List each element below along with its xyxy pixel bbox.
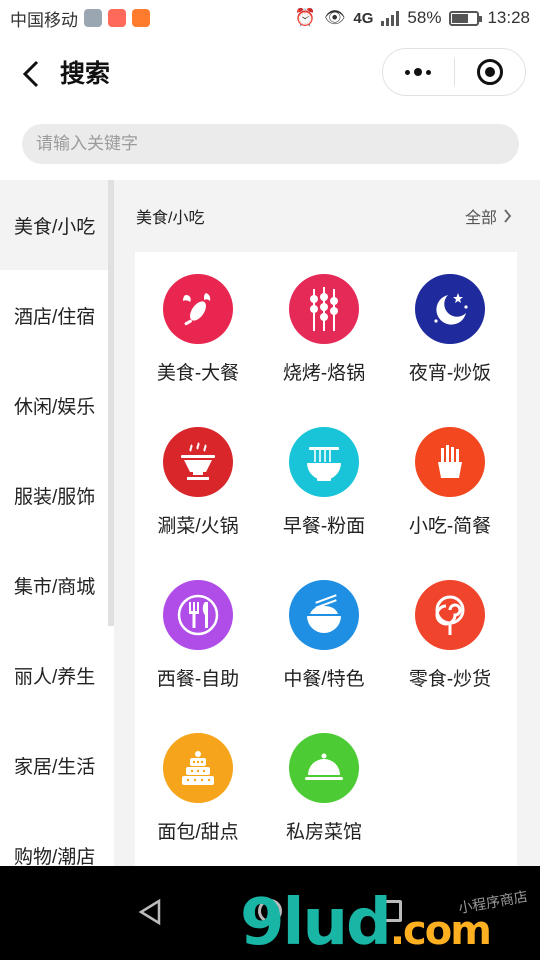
category-item-snack[interactable]: 小吃-简餐 bbox=[387, 405, 513, 555]
category-item-bbq[interactable]: 烧烤-烙锅 bbox=[261, 252, 387, 402]
sidebar-item-home[interactable]: 家居/生活 bbox=[0, 720, 114, 810]
category-item-snacks-nuts[interactable]: 零食-炒货 bbox=[387, 558, 513, 708]
lollipop-icon bbox=[415, 580, 485, 650]
category-label: 夜宵-炒饭 bbox=[408, 363, 492, 384]
back-button[interactable] bbox=[16, 54, 46, 94]
sidebar-item-label: 丽人/养生 bbox=[14, 666, 96, 688]
sidebar-item-label: 休闲/娱乐 bbox=[14, 396, 96, 418]
sidebar-item-label: 美食/小吃 bbox=[14, 216, 96, 238]
category-label: 零食-炒货 bbox=[408, 669, 492, 690]
chevron-right-icon bbox=[504, 209, 512, 223]
battery-icon bbox=[449, 10, 483, 26]
category-grid: 美食-大餐 烧烤-烙锅 夜宵-炒饭 涮菜/火锅 早餐-粉面 小吃-简餐 西餐-自… bbox=[135, 252, 517, 866]
alarm-icon: ⏰ bbox=[294, 8, 316, 27]
status-bar: 中国移动 ⏰ 👁 4G 58% 13:28 bbox=[0, 0, 540, 36]
category-label: 中餐/特色 bbox=[283, 669, 365, 690]
category-item-hotpot[interactable]: 涮菜/火锅 bbox=[135, 405, 261, 555]
search-input[interactable] bbox=[22, 124, 519, 164]
lobster-icon bbox=[163, 274, 233, 344]
view-all-label: 全部 bbox=[464, 210, 497, 227]
category-label: 涮菜/火锅 bbox=[157, 516, 239, 537]
sidebar-item-label: 家居/生活 bbox=[14, 756, 96, 778]
cake-icon bbox=[163, 733, 233, 803]
page-title: 搜索 bbox=[60, 60, 111, 88]
app-notification-icon bbox=[132, 9, 150, 27]
target-icon bbox=[476, 59, 503, 85]
mini-program-capsule bbox=[382, 48, 526, 96]
noodle-bowl-icon bbox=[289, 427, 359, 497]
sidebar-item-hotel[interactable]: 酒店/住宿 bbox=[0, 270, 114, 360]
clock: 13:28 bbox=[487, 8, 530, 27]
category-item-private-kitchen[interactable]: 私房菜馆 bbox=[261, 711, 387, 861]
sidebar-item-beauty[interactable]: 丽人/养生 bbox=[0, 630, 114, 720]
rice-bowl-icon bbox=[289, 580, 359, 650]
category-label: 烧烤-烙锅 bbox=[282, 363, 366, 384]
cloche-icon bbox=[289, 733, 359, 803]
gallery-notification-icon bbox=[84, 9, 102, 27]
more-dots-icon bbox=[405, 68, 432, 76]
sidebar-item-label: 购物/潮店 bbox=[14, 846, 96, 867]
sidebar-item-food[interactable]: 美食/小吃 bbox=[0, 180, 114, 270]
section-header: 美食/小吃 全部 bbox=[114, 180, 540, 252]
sidebar-item-label: 服装/服饰 bbox=[14, 486, 96, 508]
search-bar bbox=[0, 110, 540, 180]
sidebar-item-leisure[interactable]: 休闲/娱乐 bbox=[0, 360, 114, 450]
category-label: 面包/甜点 bbox=[157, 822, 239, 843]
category-label: 小吃-简餐 bbox=[408, 516, 492, 537]
category-item-bakery[interactable]: 面包/甜点 bbox=[135, 711, 261, 861]
section-title: 美食/小吃 bbox=[136, 210, 205, 227]
category-label: 西餐-自助 bbox=[156, 669, 240, 690]
carrier-label: 中国移动 bbox=[10, 10, 78, 30]
signal-icon bbox=[381, 10, 400, 26]
sidebar-item-market[interactable]: 集市/商城 bbox=[0, 540, 114, 630]
battery-percent: 58% bbox=[407, 8, 442, 27]
watermark-brand: 9lud bbox=[240, 886, 392, 960]
sidebar-item-label: 酒店/住宿 bbox=[14, 306, 96, 328]
battery-fill bbox=[452, 13, 468, 23]
hotpot-icon bbox=[163, 427, 233, 497]
fork-knife-icon bbox=[163, 580, 233, 650]
more-button[interactable] bbox=[383, 48, 454, 96]
category-label: 美食-大餐 bbox=[156, 363, 240, 384]
network-label: 4G bbox=[353, 9, 374, 27]
fries-icon bbox=[415, 427, 485, 497]
category-item-chinese[interactable]: 中餐/特色 bbox=[261, 558, 387, 708]
category-label: 早餐-粉面 bbox=[282, 516, 366, 537]
category-item-food[interactable]: 美食-大餐 bbox=[135, 252, 261, 402]
sidebar-item-clothing[interactable]: 服装/服饰 bbox=[0, 450, 114, 540]
sidebar-item-label: 集市/商城 bbox=[14, 576, 96, 598]
watermark-logo: 9lud.com bbox=[240, 886, 492, 960]
skewers-icon bbox=[289, 274, 359, 344]
system-navigation-bar: 9lud.com 小程序商店 bbox=[0, 866, 540, 960]
close-mini-program-button[interactable] bbox=[455, 48, 526, 96]
category-item-breakfast[interactable]: 早餐-粉面 bbox=[261, 405, 387, 555]
back-triangle-icon[interactable] bbox=[137, 898, 163, 926]
category-item-western[interactable]: 西餐-自助 bbox=[135, 558, 261, 708]
nav-bar: 搜索 bbox=[0, 36, 540, 110]
category-label: 私房菜馆 bbox=[285, 822, 362, 843]
category-sidebar: 美食/小吃 酒店/住宿 休闲/娱乐 服装/服饰 集市/商城 丽人/养生 家居/生… bbox=[0, 180, 114, 866]
view-all-link[interactable]: 全部 bbox=[465, 204, 512, 228]
app-notification-icon bbox=[108, 9, 126, 27]
category-item-night-snack[interactable]: 夜宵-炒饭 bbox=[387, 252, 513, 402]
chevron-left-icon bbox=[22, 60, 39, 88]
eye-icon: 👁 bbox=[323, 8, 346, 27]
sidebar-item-shopping[interactable]: 购物/潮店 bbox=[0, 810, 114, 867]
moon-stars-icon bbox=[415, 274, 485, 344]
